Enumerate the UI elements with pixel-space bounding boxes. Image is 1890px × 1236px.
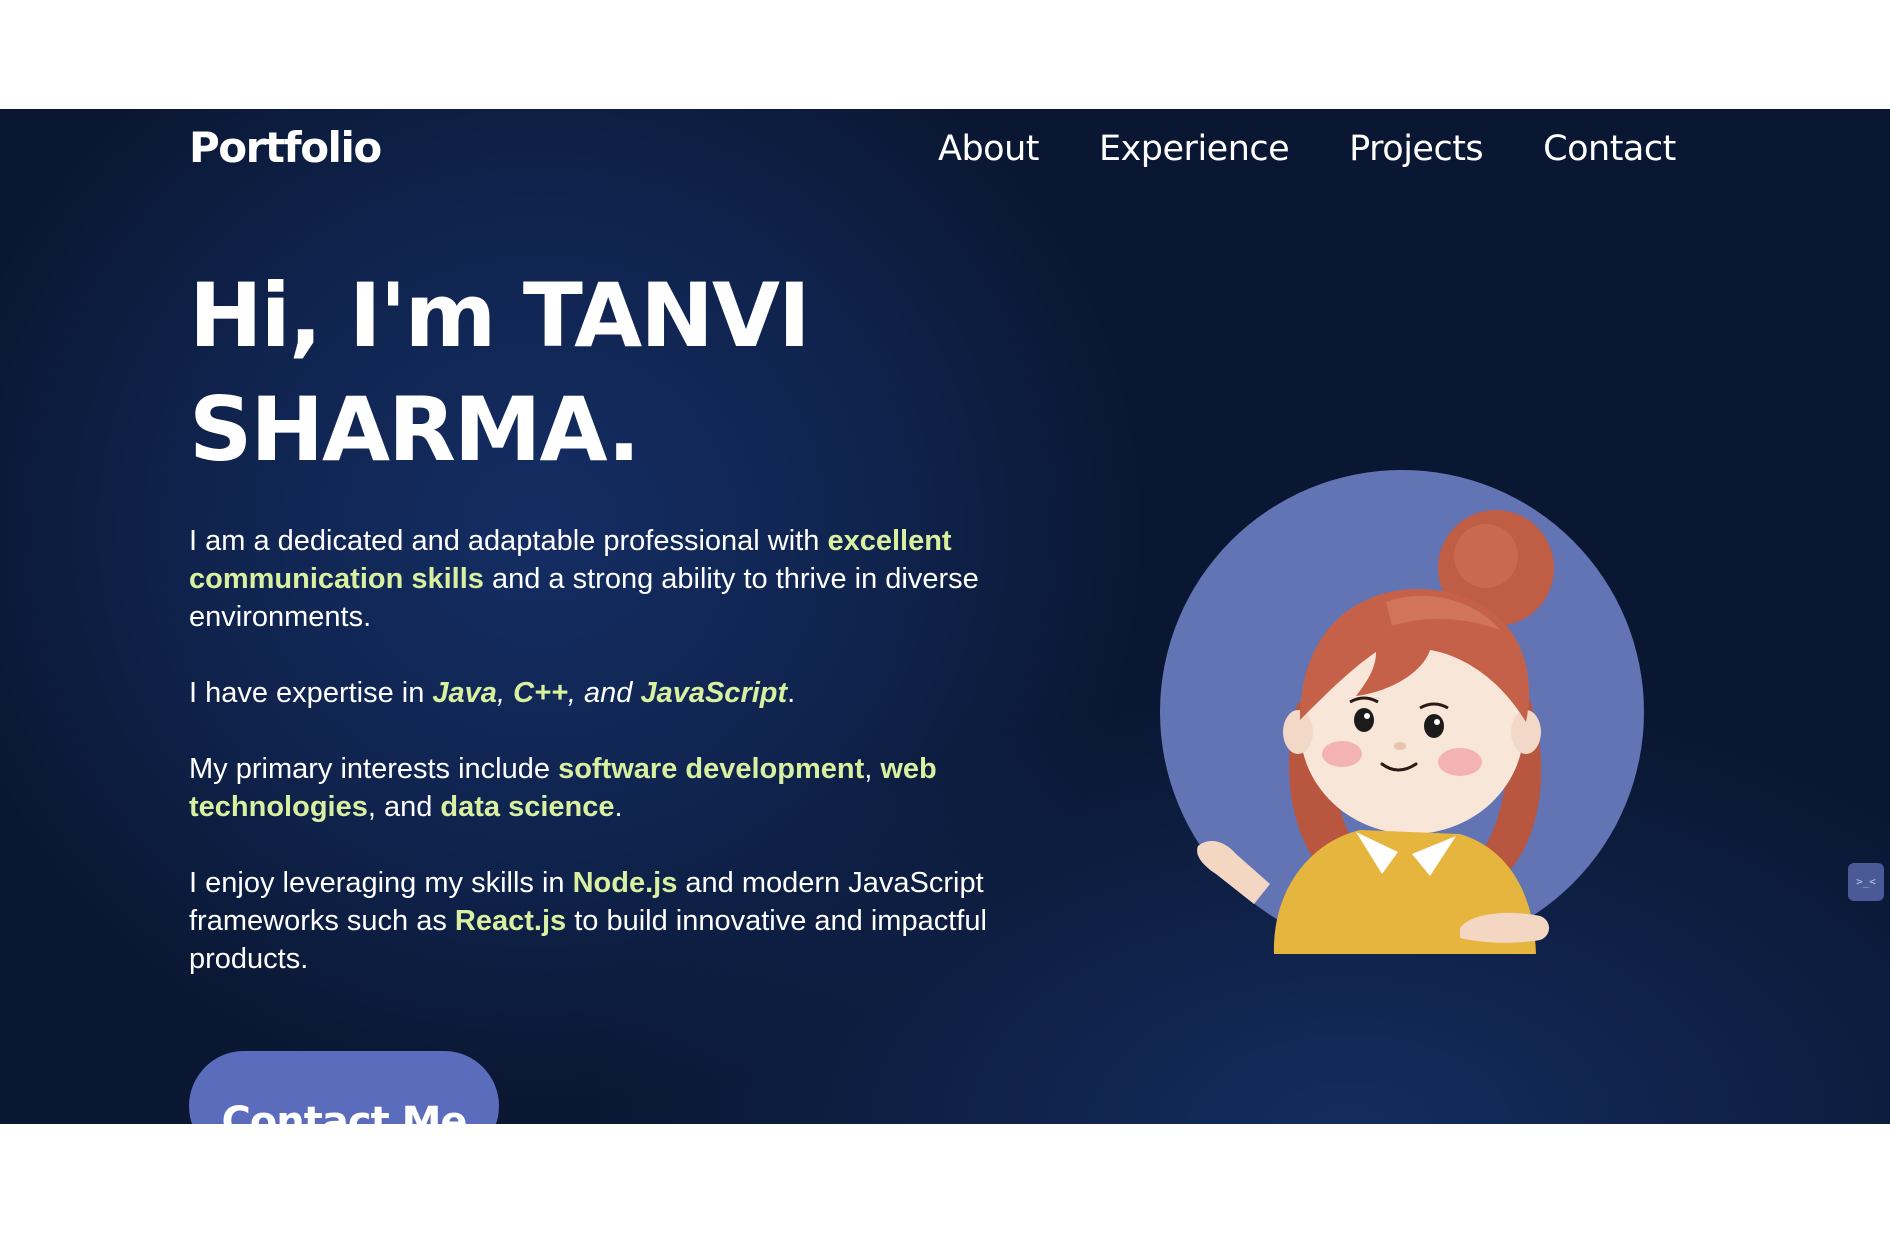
hero-bio: I am a dedicated and adaptable professio… <box>189 522 1049 1016</box>
bio-highlight: C++ <box>513 677 568 709</box>
bio-text: My primary interests include <box>189 753 559 785</box>
bio-text: , and <box>367 791 441 823</box>
hero-title-line2: SHARMA. <box>189 378 641 481</box>
eye-right-shine <box>1434 719 1440 725</box>
nav-projects[interactable]: Projects <box>1349 129 1483 169</box>
site-logo[interactable]: Portfolio <box>189 123 382 172</box>
bio-paragraph-1: I am a dedicated and adaptable professio… <box>189 522 1049 636</box>
ear-left <box>1283 710 1313 754</box>
bio-text: I have expertise in <box>189 677 433 709</box>
terminal-icon[interactable]: >_< <box>1848 863 1884 901</box>
eye-left-shine <box>1364 713 1370 719</box>
cheek-right <box>1438 748 1482 776</box>
nav-about[interactable]: About <box>938 129 1039 169</box>
bio-paragraph-2: I have expertise in Java, C++, and JavaS… <box>189 674 1049 712</box>
bio-highlight: JavaScript <box>640 677 788 709</box>
bio-text: , <box>496 677 514 709</box>
bio-paragraph-3: My primary interests include software de… <box>189 750 1049 826</box>
eye-left <box>1354 708 1374 732</box>
bio-text: . <box>614 791 623 823</box>
nose <box>1394 742 1406 750</box>
nav-contact[interactable]: Contact <box>1543 129 1676 169</box>
main-nav: About Experience Projects Contact <box>938 129 1676 169</box>
bio-highlight: data science <box>440 791 615 823</box>
bio-text: I enjoy leveraging my skills in <box>189 867 573 899</box>
hero-title-line1: Hi, I'm TANVI <box>189 264 811 367</box>
bio-highlight: Node.js <box>572 867 678 899</box>
bio-text: . <box>787 677 796 709</box>
bio-highlight: software development <box>558 753 865 785</box>
eye-right <box>1424 714 1444 738</box>
contact-me-button[interactable]: Contact Me <box>189 1051 499 1124</box>
bio-paragraph-4: I enjoy leveraging my skills in Node.js … <box>189 864 1049 978</box>
bio-text: , <box>864 753 881 785</box>
cheek-left <box>1322 741 1362 767</box>
bio-highlight: Java <box>432 677 497 709</box>
cartoon-girl-avatar <box>1160 470 1644 954</box>
bio-text: I am a dedicated and adaptable professio… <box>189 525 828 557</box>
hero-title: Hi, I'm TANVI SHARMA. <box>189 259 889 487</box>
portfolio-page: Portfolio About Experience Projects Cont… <box>0 109 1890 1124</box>
bio-text: , and <box>567 677 641 709</box>
nav-experience[interactable]: Experience <box>1099 129 1290 169</box>
hair-bun-highlight <box>1454 524 1518 588</box>
bio-highlight: React.js <box>454 905 567 937</box>
